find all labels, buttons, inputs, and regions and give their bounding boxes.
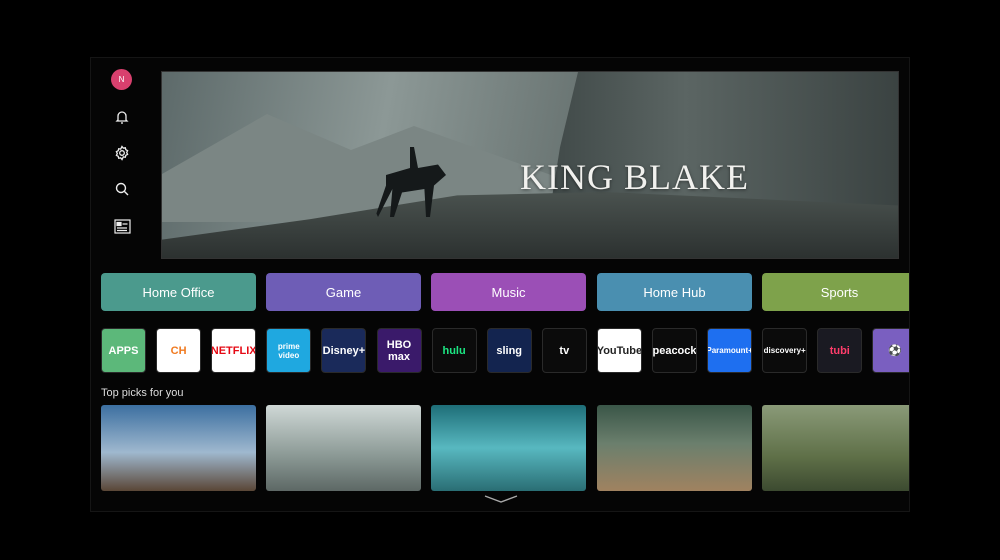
app-tile-tubi[interactable]: tubi <box>817 328 863 373</box>
gear-icon[interactable] <box>111 142 133 164</box>
app-label: HBO max <box>386 338 412 363</box>
app-label: Paramount+ <box>707 346 753 355</box>
app-tile-netflix[interactable]: NETFLIX <box>211 328 257 373</box>
app-label: sling <box>496 344 523 357</box>
top-pick-thumbnail[interactable] <box>266 405 421 491</box>
app-tile-discovery-[interactable]: discovery+ <box>762 328 808 373</box>
app-tile-hulu[interactable]: hulu <box>431 328 477 373</box>
category-label: Home Hub <box>643 284 706 300</box>
category-home-office[interactable]: Home Office <box>101 273 256 311</box>
app-label: ⚽ <box>888 345 902 357</box>
tv-home-screen: N KING BLAKE Home Office Game Music Home Hu… <box>90 57 910 512</box>
banner-title: KING BLAKE <box>520 157 749 197</box>
chevron-down-icon[interactable] <box>484 495 518 503</box>
category-label: Game <box>325 284 362 300</box>
app-label: CH <box>170 344 187 357</box>
app-label: YouTube <box>596 344 642 357</box>
category-label: Sports <box>820 284 859 300</box>
app-tile-paramount-[interactable]: Paramount+ <box>707 328 753 373</box>
category-label: Home Office <box>142 284 215 300</box>
guide-icon[interactable] <box>111 215 133 237</box>
app-label: tv <box>559 344 570 357</box>
app-tile-hbo-max[interactable]: HBO max <box>376 328 422 373</box>
top-pick-thumbnail[interactable] <box>101 405 256 491</box>
app-label: discovery+ <box>763 346 806 355</box>
top-picks-label: Top picks for you <box>101 387 184 399</box>
search-icon[interactable] <box>111 178 133 200</box>
category-music[interactable]: Music <box>431 273 586 311</box>
app-tile-sling[interactable]: sling <box>486 328 532 373</box>
app-tile-tv[interactable]: tv <box>541 328 587 373</box>
hero-banner[interactable]: KING BLAKE <box>161 71 899 259</box>
category-game[interactable]: Game <box>266 273 421 311</box>
app-tile--[interactable]: ⚽ <box>872 328 909 373</box>
app-tile-apps[interactable]: APPS <box>101 328 146 373</box>
app-label: APPS <box>108 344 139 357</box>
category-label: Music <box>491 284 526 300</box>
app-label: hulu <box>442 344 466 357</box>
profile-avatar[interactable]: N <box>111 69 132 90</box>
app-label: peacock <box>652 344 697 357</box>
app-tile-ch[interactable]: CH <box>156 328 202 373</box>
category-home-hub[interactable]: Home Hub <box>597 273 752 311</box>
app-label: Disney+ <box>322 344 366 357</box>
app-label: prime video <box>277 341 300 360</box>
app-label: tubi <box>829 344 850 357</box>
top-pick-thumbnail[interactable] <box>597 405 752 491</box>
bell-icon[interactable] <box>111 106 133 128</box>
app-tile-disney-[interactable]: Disney+ <box>321 328 367 373</box>
app-tile-peacock[interactable]: peacock <box>652 328 697 373</box>
top-pick-thumbnail[interactable] <box>431 405 586 491</box>
category-sports[interactable]: Sports <box>762 273 909 311</box>
app-tile-youtube[interactable]: YouTube <box>596 328 642 373</box>
app-label: NETFLIX <box>211 344 257 357</box>
app-tile-prime-video[interactable]: prime video <box>266 328 312 373</box>
top-pick-thumbnail[interactable] <box>762 405 909 491</box>
